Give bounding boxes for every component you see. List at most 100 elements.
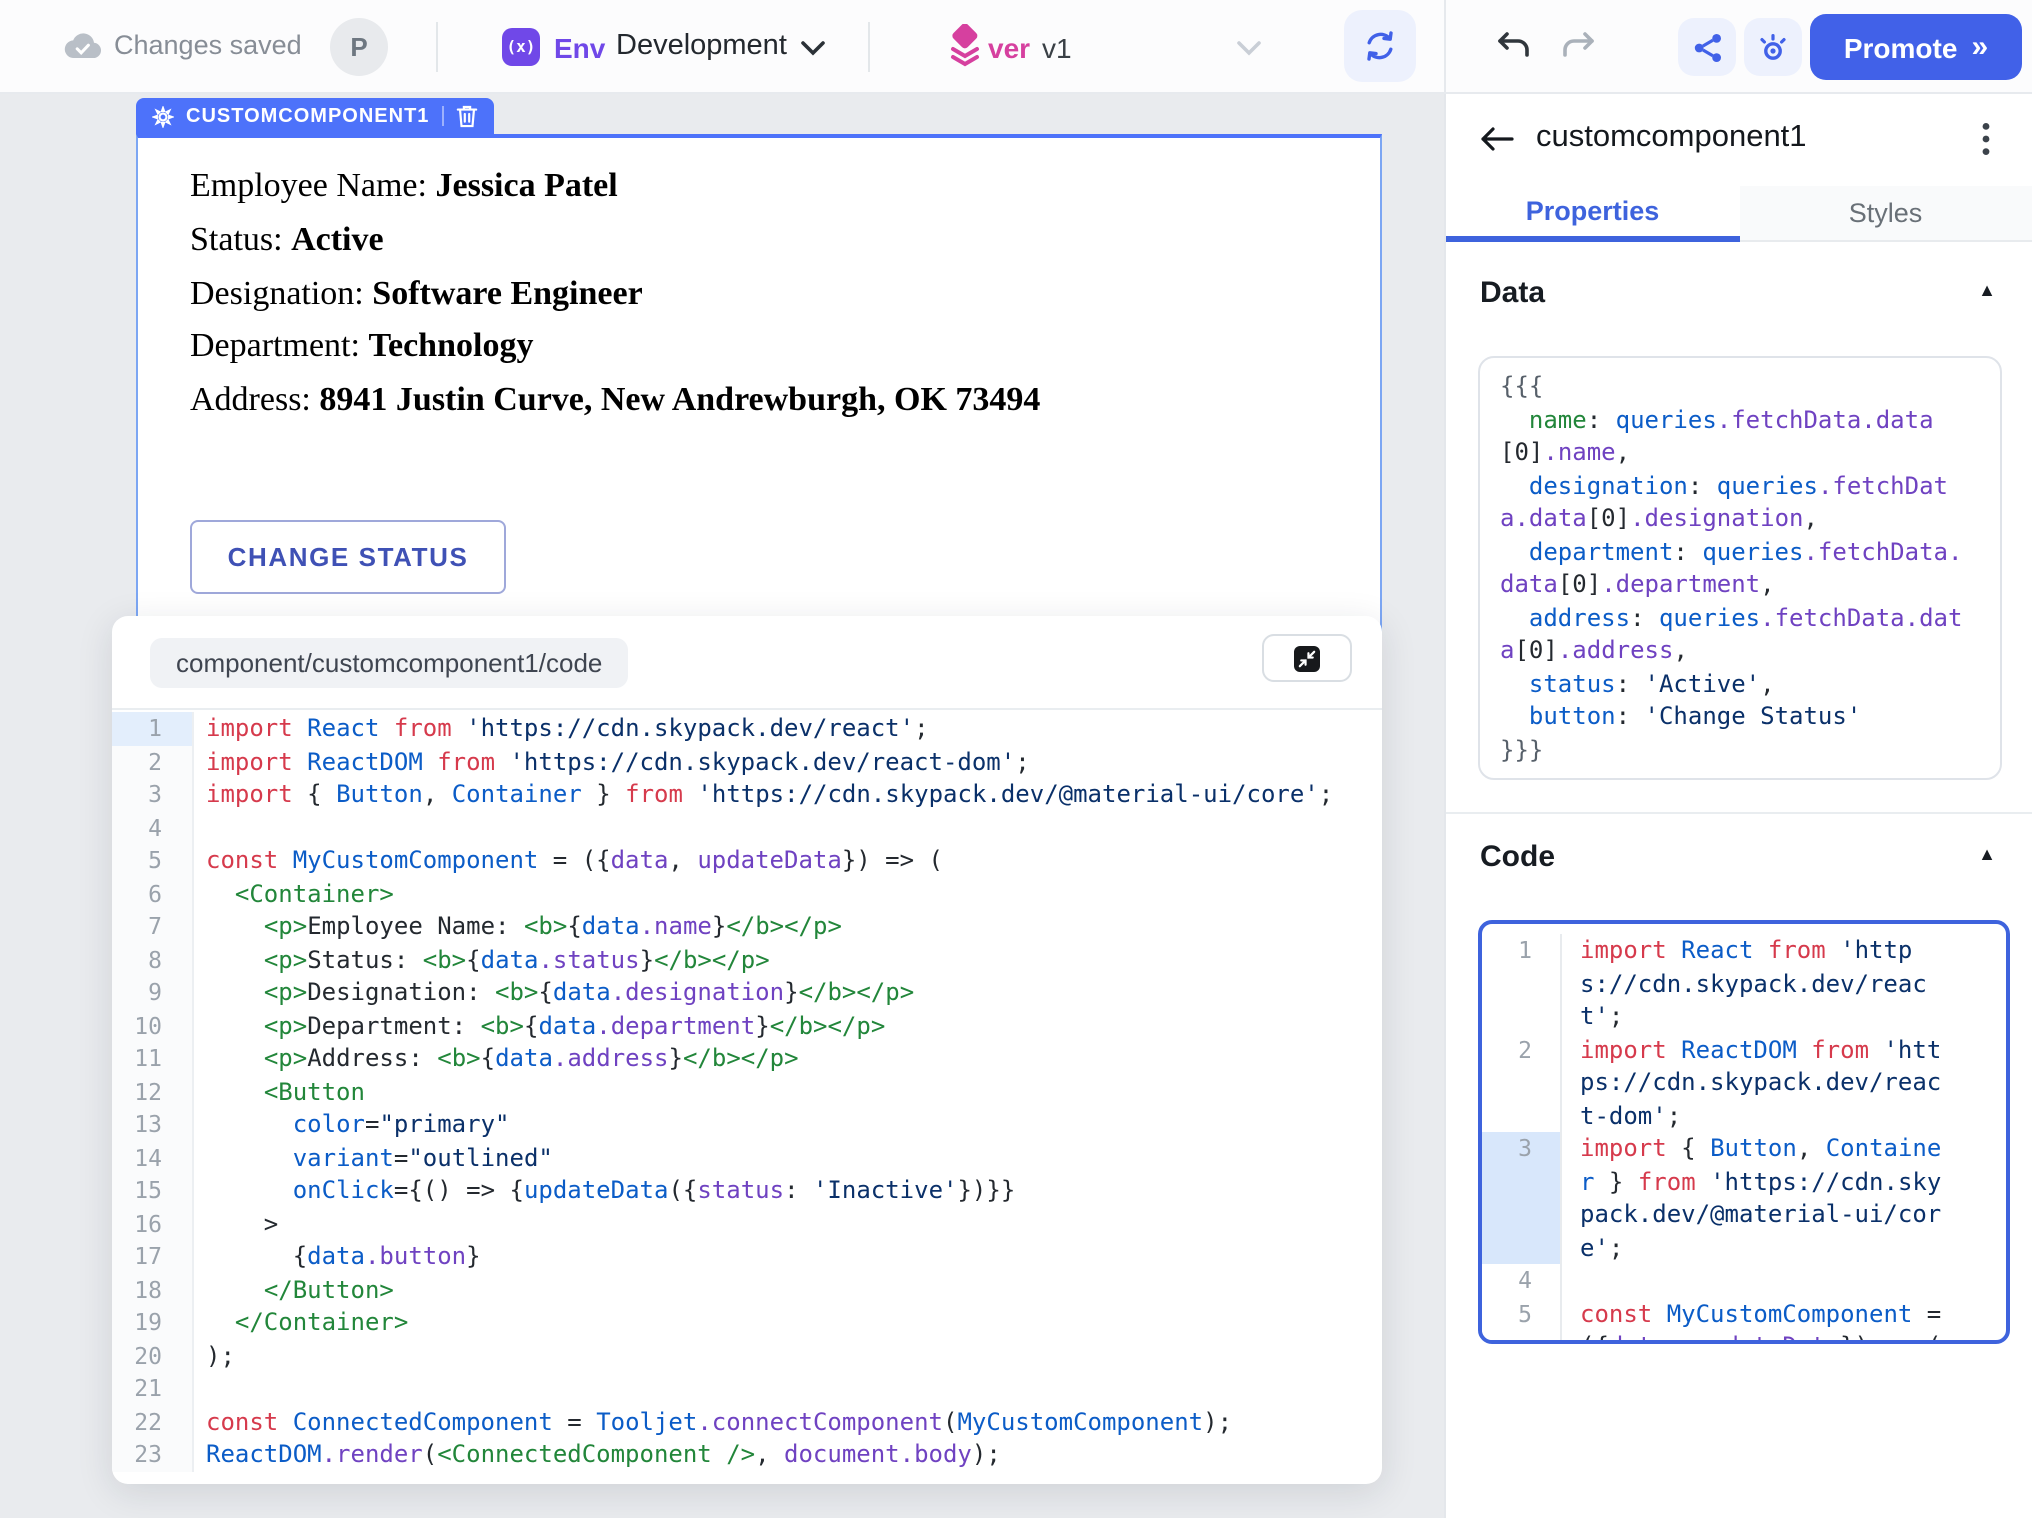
collapse-triangle-icon[interactable]: ▲ [1978,844,1996,864]
code-line: 4 [1482,1264,2006,1297]
code-line: ps://cdn.skypack.dev/reac [1482,1066,2006,1099]
eye-icon [1756,31,1790,63]
code-section-title: Code [1480,840,1555,874]
data-binding-line: {{{ [1500,370,1980,403]
data-section-title: Data [1480,276,1545,310]
code-line: 2import ReactDOM from 'htt [1482,1033,2006,1066]
gear-icon[interactable] [152,105,174,127]
code-line: 7 <p>Employee Name: <b>{data.name}</b></… [112,910,1382,943]
code-line: 13 color="primary" [112,1108,1382,1141]
data-binding-line: name: queries.fetchData.data [1500,403,1980,436]
component-title: customcomponent1 [1536,120,1807,156]
employee-field: Status: Active [190,214,1040,268]
back-arrow-icon[interactable] [1480,126,1514,152]
code-line: 8 <p>Status: <b>{data.status}</b></p> [112,943,1382,976]
data-binding-line: a[0].address, [1500,634,1980,667]
data-binding-line: address: queries.fetchData.dat [1500,601,1980,634]
code-editor-panel: component/customcomponent1/code 1import … [112,616,1382,1484]
env-label: Env [554,32,605,64]
code-line: 3import { Button, Container } from 'http… [112,778,1382,811]
data-binding-line: status: 'Active', [1500,667,1980,700]
inspector-sidebar: customcomponent1 Properties Styles Data … [1444,94,2032,1518]
employee-field: Designation: Software Engineer [190,267,1040,321]
component-code-editor[interactable]: 1import React from 'https://cdn.skypack.… [1478,920,2010,1344]
data-binding-line: [0].name, [1500,436,1980,469]
ver-label: ver [988,32,1030,64]
widget-config-handle[interactable]: CUSTOMCOMPONENT1 [136,98,493,134]
cloud-check-icon [64,30,102,60]
code-line: 3import { Button, Containe [1482,1132,2006,1165]
data-binding-line: data[0].department, [1500,568,1980,601]
code-line: 12 <Button [112,1075,1382,1108]
double-chevron-right-icon: » [1971,30,1988,64]
employee-field: Department: Technology [190,321,1040,375]
divider [1446,812,2032,814]
version-selector[interactable]: v1 [1042,32,1072,64]
chevron-down-icon[interactable] [1236,40,1262,56]
tab-styles[interactable]: Styles [1739,186,2032,242]
data-binding-editor[interactable]: {{{ name: queries.fetchData.data[0].name… [1478,356,2002,780]
share-button[interactable] [1678,18,1736,76]
chevron-down-icon[interactable] [800,40,826,56]
data-binding-line: button: 'Change Status' [1500,700,1980,733]
collapse-editor-button[interactable] [1262,634,1352,682]
data-binding-line: department: queries.fetchData. [1500,535,1980,568]
code-path-breadcrumb: component/customcomponent1/code [150,638,628,688]
divider [441,106,443,126]
code-line: e'; [1482,1231,2006,1264]
kebab-menu-icon[interactable] [1982,122,1990,156]
tab-properties[interactable]: Properties [1446,186,1739,242]
code-line: 5const MyCustomComponent = ({data, updat… [112,844,1382,877]
code-line: r } from 'https://cdn.sky [1482,1165,2006,1198]
code-line: 17 {data.button} [112,1240,1382,1273]
code-line: t'; [1482,1000,2006,1033]
env-icon: (x) [502,28,540,66]
code-line: 10 <p>Department: <b>{data.department}</… [112,1009,1382,1042]
code-line: s://cdn.skypack.dev/reac [1482,967,2006,1000]
code-line: 1import React from 'http [1482,934,2006,967]
code-line: 1import React from 'https://cdn.skypack.… [112,712,1382,745]
inspector-tabs: Properties Styles [1446,186,2032,242]
undo-button[interactable] [1494,28,1534,62]
changes-saved-status: Changes saved [114,30,302,60]
employee-info: Employee Name: Jessica PatelStatus: Acti… [190,160,1040,428]
code-line: 14 variant="outlined" [112,1141,1382,1174]
trash-icon[interactable] [455,104,477,128]
code-line: 9 <p>Designation: <b>{data.designation}<… [112,976,1382,1009]
redo-button[interactable] [1558,28,1598,62]
data-binding-line: }}} [1500,733,1980,766]
share-icon [1691,31,1723,63]
promote-label: Promote [1844,31,1958,63]
code-editor-header: component/customcomponent1/code [112,616,1382,710]
refresh-button[interactable] [1344,10,1416,82]
code-line: 19 </Container> [112,1306,1382,1339]
code-line: 4 [112,811,1382,844]
employee-field: Address: 8941 Justin Curve, New Andrewbu… [190,374,1040,428]
code-line: 23ReactDOM.render(<ConnectedComponent />… [112,1438,1382,1471]
data-binding-line: designation: queries.fetchDat [1500,469,1980,502]
data-binding-line: a.data[0].designation, [1500,502,1980,535]
topbar: Changes saved P (x) Env Development ver … [0,0,2032,94]
code-line: 11 <p>Address: <b>{data.address}</b></p> [112,1042,1382,1075]
code-editor[interactable]: 1import React from 'https://cdn.skypack.… [112,708,1382,1484]
code-line: 21 [112,1372,1382,1405]
change-status-button[interactable]: CHANGE STATUS [190,520,506,594]
code-line: t-dom'; [1482,1099,2006,1132]
code-line: 16 > [112,1207,1382,1240]
widget-name-label: CUSTOMCOMPONENT1 [186,105,429,127]
employee-field: Employee Name: Jessica Patel [190,160,1040,214]
promote-button[interactable]: Promote » [1810,14,2022,80]
code-line: 15 onClick={() => {updateData({status: '… [112,1174,1382,1207]
topbar-right: Promote » [1444,0,2032,92]
divider [436,22,438,72]
code-line: 2import ReactDOM from 'https://cdn.skypa… [112,745,1382,778]
avatar[interactable]: P [330,18,388,76]
code-line: ({data, updateData}) => ( [1482,1330,2006,1344]
env-selector[interactable]: Development [616,30,787,62]
code-line: 22const ConnectedComponent = Tooljet.con… [112,1405,1382,1438]
collapse-triangle-icon[interactable]: ▲ [1978,280,1996,300]
tooljet-app-builder: Changes saved P (x) Env Development ver … [0,0,2032,1518]
preview-button[interactable] [1744,18,1802,76]
code-line: 5const MyCustomComponent = [1482,1297,2006,1330]
code-line: 6 <Container> [112,877,1382,910]
